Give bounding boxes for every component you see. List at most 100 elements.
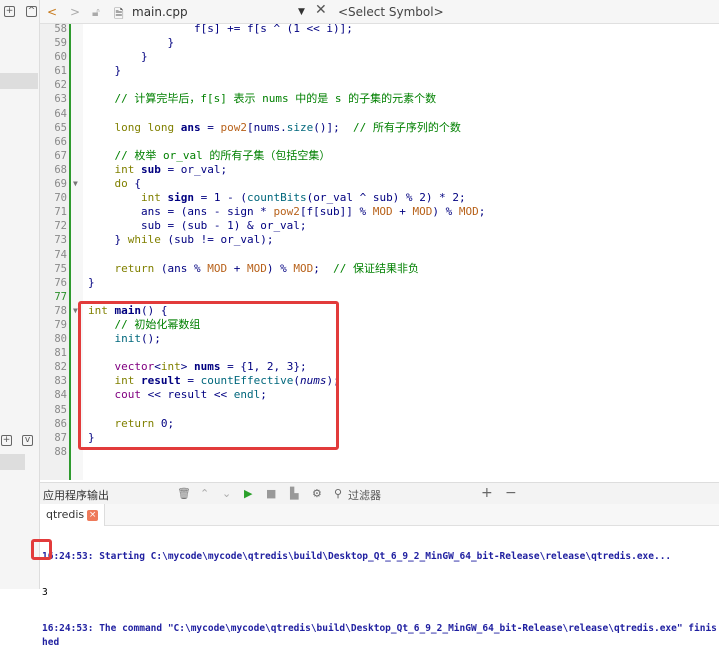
code-token: 2 (419, 191, 426, 205)
code-line[interactable]: 66 (40, 135, 719, 149)
file-selector[interactable]: main.cpp (132, 5, 188, 19)
code-token: { (127, 177, 141, 191)
code-line[interactable]: 61 } (40, 64, 719, 78)
split-icon[interactable]: + (1, 435, 12, 446)
code-token: countBits (246, 191, 307, 205)
code-token: ans (180, 120, 201, 134)
code-token: = (200, 120, 221, 134)
code-line[interactable]: 64 (40, 107, 719, 121)
code-token: MOD (246, 261, 267, 275)
line-number: 64 (54, 107, 67, 120)
code-text: } (88, 276, 95, 290)
code-token: ) % (432, 205, 459, 219)
output-pane-header: 应用程序输出 🗑︎ ⌃ ⌄ ▶ ■ ▙ ⚙ ⚲ 过滤器 + − (40, 482, 719, 504)
editor-toolbar: < > 🔓︎ 🗎 main.cpp ▼ ✕ <Select Symbol> (40, 0, 719, 24)
clear-icon[interactable]: 🗑︎ (177, 487, 191, 500)
code-line[interactable]: 59 } (40, 36, 719, 50)
line-number: 77 (54, 290, 67, 303)
line-number: 88 (54, 445, 67, 458)
code-line[interactable]: 68 int sub = or_val; (40, 163, 719, 177)
code-token: [nums. (246, 120, 287, 134)
code-line[interactable]: 74 (40, 248, 719, 262)
code-token: ans = (ans - sign * (88, 205, 274, 219)
code-token: } (88, 64, 122, 78)
code-token: pow2 (273, 205, 300, 219)
code-token: ) * (425, 191, 453, 205)
sidebar-selected-row[interactable] (0, 73, 38, 89)
code-line[interactable]: 63 // 计算完毕后，f[s] 表示 nums 中的是 s 的子集的元素个数 (40, 92, 719, 106)
remove-icon[interactable]: − (505, 485, 517, 501)
code-token: [f[sub]] % (299, 205, 373, 219)
code-token: ) & or_val; (233, 219, 307, 233)
line-number: 73 (54, 234, 67, 247)
chevron-down-icon[interactable]: ▼ (298, 7, 305, 17)
line-number: 84 (54, 389, 67, 402)
line-number: 70 (54, 192, 67, 205)
symbol-selector[interactable]: <Select Symbol> (338, 5, 444, 19)
code-token: long long (114, 120, 175, 134)
code-line[interactable]: 75 return (ans % MOD + MOD) % MOD; // 保证… (40, 262, 719, 276)
code-token: // 所有子序列的个数 (352, 120, 461, 134)
filter-input[interactable]: 过滤器 (348, 487, 381, 503)
stop-icon[interactable]: ■ (266, 487, 276, 500)
expand-icon[interactable]: v (22, 435, 33, 446)
line-number: 75 (54, 262, 67, 275)
code-token: = or_val; (160, 162, 228, 176)
code-token: 2 (452, 191, 459, 205)
code-token: + (227, 261, 247, 275)
close-icon[interactable]: ✕ (315, 2, 327, 18)
line-number: 59 (54, 37, 67, 50)
code-token: while (127, 233, 161, 247)
code-line[interactable]: 76} (40, 276, 719, 290)
down-icon[interactable]: ⌄ (222, 487, 231, 500)
tab-qtredis[interactable]: qtredis × (40, 504, 106, 526)
collapse-icon[interactable]: ^ (26, 6, 37, 17)
code-line[interactable]: 71 ans = (ans - sign * pow2[f[sub]] % MO… (40, 205, 719, 219)
highlight-box (78, 301, 339, 450)
fold-icon[interactable]: ▼ (73, 177, 78, 191)
code-line[interactable]: 73 } while (sub != or_val); (40, 233, 719, 247)
code-text: return (ans % MOD + MOD) % MOD; // 保证结果非… (88, 262, 419, 276)
code-line[interactable]: 70 int sign = 1 - (countBits(or_val ^ su… (40, 191, 719, 205)
up-icon[interactable]: ⌃ (200, 487, 209, 500)
line-number: 69 (54, 178, 67, 191)
run-icon[interactable]: ▶ (244, 487, 252, 500)
code-line[interactable]: 58 f[s] += f[s ^ (1 << i)]; (40, 22, 719, 36)
code-line[interactable]: 60 } (40, 50, 719, 64)
line-number: 80 (54, 333, 67, 346)
code-token: sign (167, 191, 194, 205)
code-line[interactable]: 65 long long ans = pow2[nums.size()]; //… (40, 121, 719, 135)
code-token: MOD (293, 261, 314, 275)
code-line[interactable]: 69 ▼ do { (40, 177, 719, 191)
code-text: } (88, 64, 121, 78)
sidebar-selected-row[interactable] (0, 454, 25, 470)
line-number: 65 (54, 121, 67, 134)
code-token: // 保证结果非负 (333, 261, 419, 275)
code-text: // 枚举 or_val 的所有子集（包括空集） (88, 149, 330, 163)
output-log[interactable]: 16:24:53: Starting C:\mycode\mycode\qtre… (42, 528, 717, 661)
forward-icon[interactable]: > (70, 5, 80, 19)
code-token: pow2 (220, 120, 247, 134)
line-number: 61 (54, 65, 67, 78)
add-icon[interactable]: + (481, 485, 493, 501)
code-line[interactable]: 62 (40, 78, 719, 92)
line-number: 72 (54, 220, 67, 233)
code-text: int sub = or_val; (88, 162, 228, 177)
code-token: int (114, 162, 135, 176)
code-token: + (392, 205, 413, 219)
code-line[interactable]: 72 sub = (sub - 1) & or_val; (40, 219, 719, 233)
log-line: 16:24:53: Starting C:\mycode\mycode\qtre… (42, 551, 672, 562)
close-icon[interactable]: × (87, 509, 99, 521)
gear-icon[interactable]: ⚙ (312, 487, 322, 500)
attach-icon[interactable]: ▙ (290, 487, 298, 500)
code-text: } (88, 36, 174, 50)
split-icon[interactable]: + (4, 6, 15, 17)
line-number: 67 (54, 149, 67, 162)
code-line[interactable]: 67 // 枚举 or_val 的所有子集（包括空集） (40, 149, 719, 163)
back-icon[interactable]: < (47, 5, 57, 19)
code-token: ; (313, 261, 334, 275)
code-text: } while (sub != or_val); (88, 233, 273, 247)
code-token: // 计算完毕后，f[s] 表示 nums 中的是 s 的子集的元素个数 (88, 92, 437, 106)
highlight-box (31, 539, 52, 560)
